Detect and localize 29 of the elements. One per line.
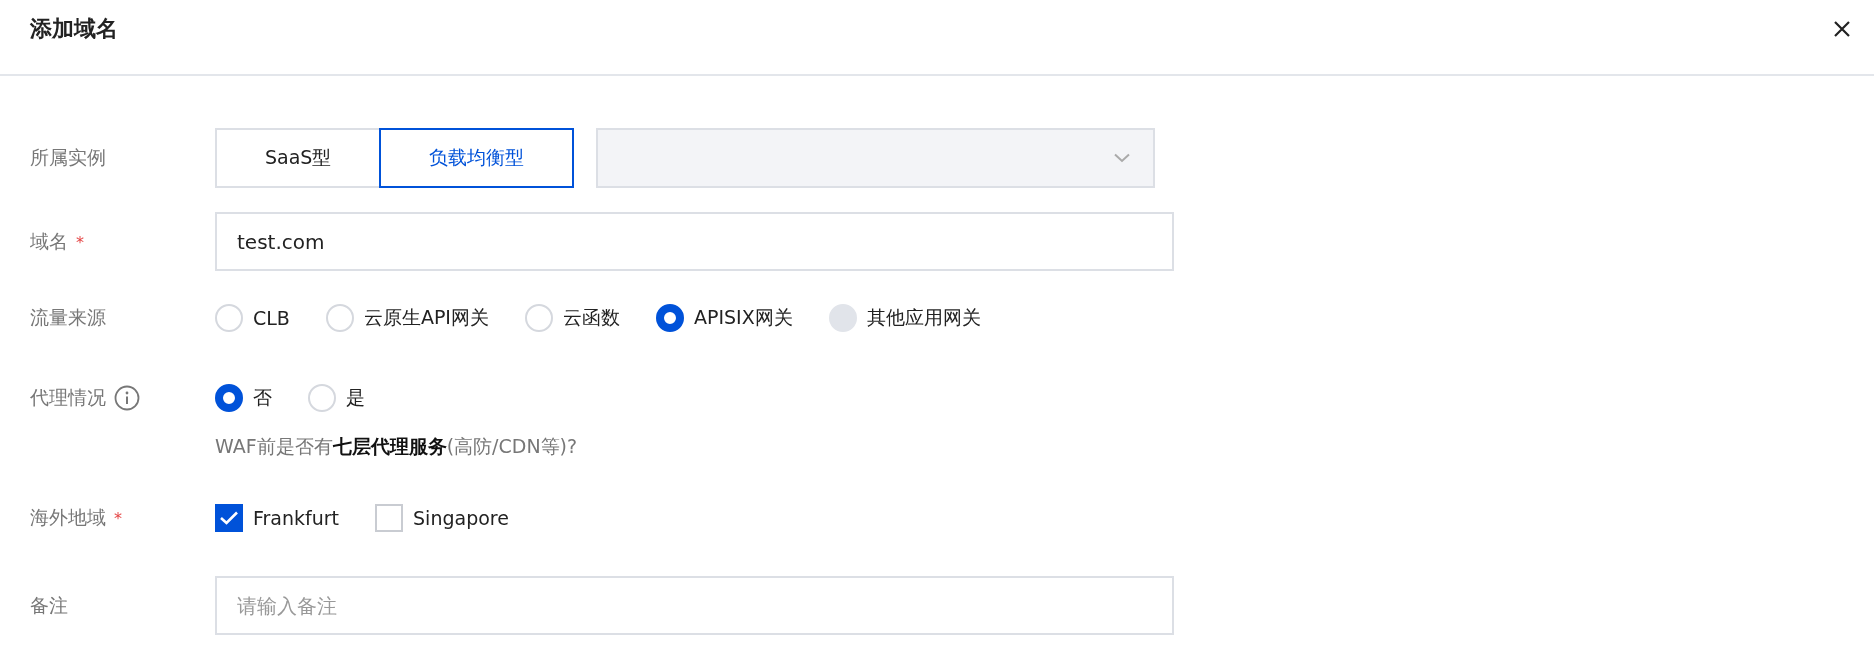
close-icon[interactable] xyxy=(1832,19,1852,39)
option-label[interactable]: 否 xyxy=(253,385,272,411)
option-label[interactable]: 是 xyxy=(346,385,365,411)
segment-tab[interactable]: 负载均衡型 xyxy=(379,128,575,188)
hint-text: WAF前是否有七层代理服务(高防/CDN等)? xyxy=(215,434,578,459)
text-field[interactable]: test.com xyxy=(215,212,1174,271)
required-mark: * xyxy=(114,508,122,528)
option-label[interactable]: Frankfurt xyxy=(253,507,340,529)
text-field[interactable]: 请输入备注 xyxy=(215,576,1174,635)
field-label: 所属实例 xyxy=(30,145,106,170)
option-label[interactable]: CLB xyxy=(253,307,290,329)
segment-tab[interactable]: SaaS型 xyxy=(215,128,382,188)
info-icon[interactable] xyxy=(114,385,140,411)
radio-button[interactable] xyxy=(655,304,684,332)
option-label[interactable]: APISIX网关 xyxy=(693,305,793,331)
checkbox[interactable] xyxy=(215,504,243,532)
field-label: 域名 xyxy=(30,229,68,254)
option-label[interactable]: Singapore xyxy=(413,507,509,529)
required-mark: * xyxy=(76,232,84,252)
field-label: 代理情况 xyxy=(30,385,106,410)
field-label: 流量来源 xyxy=(30,305,106,330)
option-label[interactable]: 云原生API网关 xyxy=(363,305,489,331)
checkmark-icon xyxy=(219,510,239,526)
option-label[interactable]: 云函数 xyxy=(562,305,620,331)
dialog-title: 添加域名 xyxy=(30,15,118,43)
field-label: 备注 xyxy=(30,593,68,618)
field-label: 海外地域 xyxy=(30,505,106,530)
radio-button[interactable] xyxy=(215,384,243,412)
chevron-down-icon xyxy=(1113,153,1132,163)
